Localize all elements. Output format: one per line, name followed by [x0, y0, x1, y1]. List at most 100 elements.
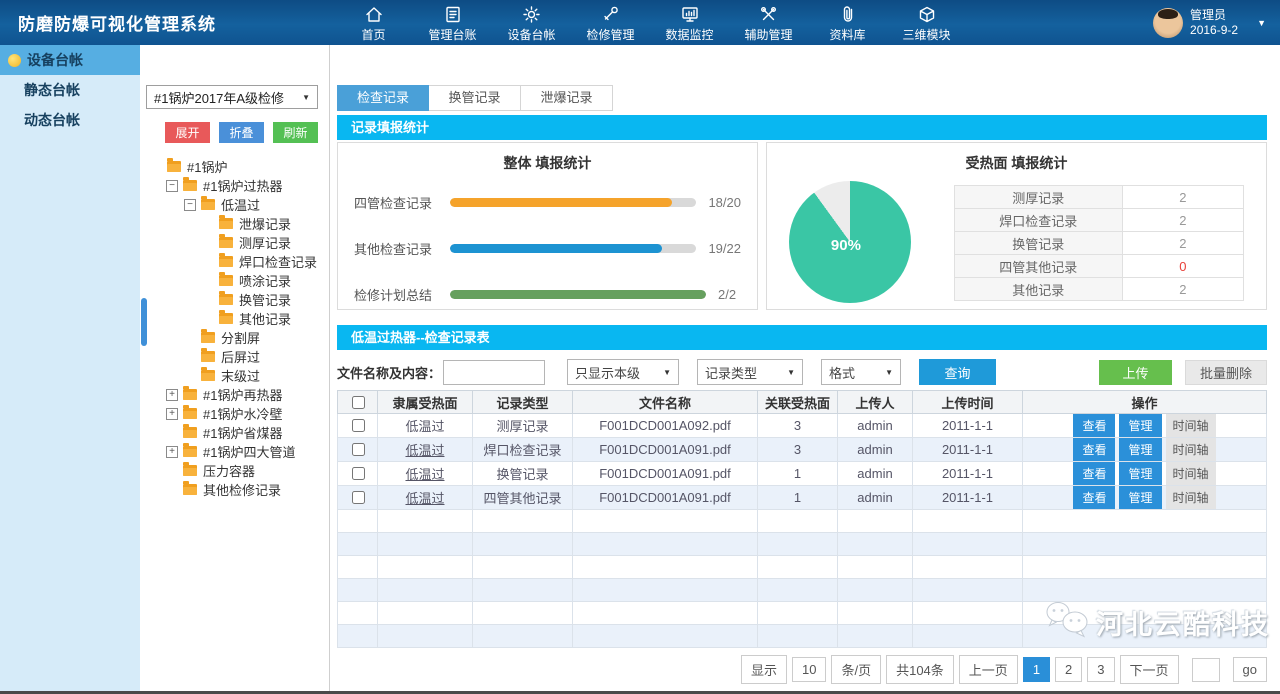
tree-node[interactable]: 焊口检查记录 [140, 252, 329, 271]
row-checkbox[interactable] [352, 491, 365, 504]
file-name-cell[interactable]: F001DCD001A091.pdf [573, 486, 758, 510]
surface-link[interactable]: 低温过 [405, 467, 444, 482]
tree-expander[interactable]: + [166, 408, 178, 420]
row-checkbox[interactable] [352, 419, 365, 432]
tree-expander[interactable]: + [166, 389, 178, 401]
tree-node[interactable]: 测厚记录 [140, 233, 329, 252]
upload-button[interactable]: 上传 [1099, 360, 1172, 385]
surface-link[interactable]: 低温过 [405, 491, 444, 506]
file-name-cell[interactable]: F001DCD001A092.pdf [573, 414, 758, 438]
user-box[interactable]: 管理员 2016-9-2 ▼ [1153, 8, 1274, 38]
nav-item-equipment[interactable]: 设备台帐 [492, 3, 571, 43]
tree-expander[interactable]: − [184, 199, 196, 211]
surface-link[interactable]: 低温过 [405, 419, 444, 434]
collapse-all-button[interactable]: 折叠 [219, 122, 264, 143]
surface-stat-label: 其他记录 [955, 278, 1123, 301]
tree-scrollbar-thumb[interactable] [141, 298, 147, 346]
tree-node-label: #1锅炉四大管道 [203, 442, 295, 461]
stat-value: 2/2 [718, 287, 736, 302]
progress-fill [450, 244, 662, 253]
manage-button[interactable]: 管理 [1119, 462, 1161, 485]
tree-node[interactable]: 喷涂记录 [140, 271, 329, 290]
go-button[interactable]: go [1233, 657, 1267, 682]
tree-node[interactable]: 换管记录 [140, 290, 329, 309]
scope-select[interactable]: 只显示本级 ▼ [567, 359, 679, 385]
tree-node[interactable]: 后屏过 [140, 347, 329, 366]
page-button-2[interactable]: 2 [1055, 657, 1082, 682]
tree-node[interactable]: 末级过 [140, 366, 329, 385]
folder-icon [183, 408, 197, 419]
timeline-button[interactable]: 时间轴 [1166, 486, 1216, 509]
per-page-label: 条/页 [831, 655, 881, 684]
tree-node[interactable]: −低温过 [140, 195, 329, 214]
record-type-select[interactable]: 记录类型 ▼ [697, 359, 803, 385]
refresh-button[interactable]: 刷新 [273, 122, 318, 143]
row-checkbox[interactable] [352, 443, 365, 456]
tree-node[interactable]: +#1锅炉水冷壁 [140, 404, 329, 423]
tree-node[interactable]: + #1锅炉四大管道 [140, 442, 329, 461]
format-select[interactable]: 格式 ▼ [821, 359, 901, 385]
empty-row [338, 579, 1267, 602]
page-size-value[interactable]: 10 [792, 657, 826, 682]
page-button-3[interactable]: 3 [1087, 657, 1114, 682]
prev-page-button[interactable]: 上一页 [959, 655, 1018, 684]
user-date: 2016-9-2 [1190, 23, 1238, 38]
user-name: 管理员 [1190, 8, 1238, 23]
batch-delete-button[interactable]: 批量删除 [1185, 360, 1267, 385]
tree-node[interactable]: #1锅炉 [140, 157, 329, 176]
folder-icon [201, 370, 215, 381]
surface-link[interactable]: 低温过 [405, 443, 444, 458]
page-button-1[interactable]: 1 [1023, 657, 1050, 682]
upload-date-cell: 2011-1-1 [913, 414, 1023, 438]
tree-expander[interactable]: + [166, 446, 178, 458]
sidebar-item-static-ledger[interactable]: 静态台帐 [0, 75, 140, 105]
folder-icon [183, 180, 197, 191]
file-name-cell[interactable]: F001DCD001A091.pdf [573, 438, 758, 462]
sidebar-item-equipment-ledger[interactable]: 设备台帐 [0, 45, 140, 75]
chevron-down-icon[interactable]: ▼ [1257, 18, 1266, 28]
manage-button[interactable]: 管理 [1119, 438, 1161, 461]
tree-node[interactable]: 泄爆记录 [140, 214, 329, 233]
sidebar-item-dynamic-ledger[interactable]: 动态台帐 [0, 105, 140, 135]
nav-item-auxiliary[interactable]: 辅助管理 [729, 3, 808, 43]
nav-item-home[interactable]: 首页 [334, 3, 413, 43]
tree-node-label: #1锅炉 [187, 157, 227, 176]
expand-all-button[interactable]: 展开 [165, 122, 210, 143]
tree-node[interactable]: −#1锅炉过热器 [140, 176, 329, 195]
chevron-down-icon: ▼ [885, 368, 893, 377]
search-button[interactable]: 查询 [919, 359, 996, 385]
manage-button[interactable]: 管理 [1119, 414, 1161, 437]
timeline-button[interactable]: 时间轴 [1166, 414, 1216, 437]
tree-node[interactable]: 压力容器 [140, 461, 329, 480]
timeline-button[interactable]: 时间轴 [1166, 462, 1216, 485]
nav-item-ledger[interactable]: 管理台账 [413, 3, 492, 43]
file-name-cell[interactable]: F001DCD001A091.pdf [573, 462, 758, 486]
upload-date-cell: 2011-1-1 [913, 486, 1023, 510]
view-button[interactable]: 查看 [1073, 486, 1115, 509]
view-button[interactable]: 查看 [1073, 414, 1115, 437]
file-search-input[interactable] [443, 360, 545, 385]
view-button[interactable]: 查看 [1073, 438, 1115, 461]
view-button[interactable]: 查看 [1073, 462, 1115, 485]
tab-explosion-records[interactable]: 泄爆记录 [521, 85, 613, 111]
tree-node-label: 其他记录 [239, 309, 291, 328]
timeline-button[interactable]: 时间轴 [1166, 438, 1216, 461]
select-all-checkbox[interactable] [352, 396, 365, 409]
tab-tube-replacement-records[interactable]: 换管记录 [429, 85, 521, 111]
nav-item-monitoring[interactable]: 数据监控 [650, 3, 729, 43]
nav-item-maintenance[interactable]: 检修管理 [571, 3, 650, 43]
row-checkbox[interactable] [352, 467, 365, 480]
tree-node[interactable]: +#1锅炉再热器 [140, 385, 329, 404]
tree-node[interactable]: 其他记录 [140, 309, 329, 328]
nav-item-3d[interactable]: 三维模块 [887, 3, 966, 43]
tree-node[interactable]: 分割屏 [140, 328, 329, 347]
nav-item-library[interactable]: 资料库 [808, 3, 887, 43]
plan-select[interactable]: #1锅炉2017年A级检修 ▼ [146, 85, 318, 109]
tree-expander[interactable]: − [166, 180, 178, 192]
goto-page-input[interactable] [1192, 658, 1220, 682]
tab-inspection-records[interactable]: 检查记录 [337, 85, 429, 111]
tree-node[interactable]: 其他检修记录 [140, 480, 329, 499]
tree-node[interactable]: #1锅炉省煤器 [140, 423, 329, 442]
manage-button[interactable]: 管理 [1119, 486, 1161, 509]
next-page-button[interactable]: 下一页 [1120, 655, 1179, 684]
